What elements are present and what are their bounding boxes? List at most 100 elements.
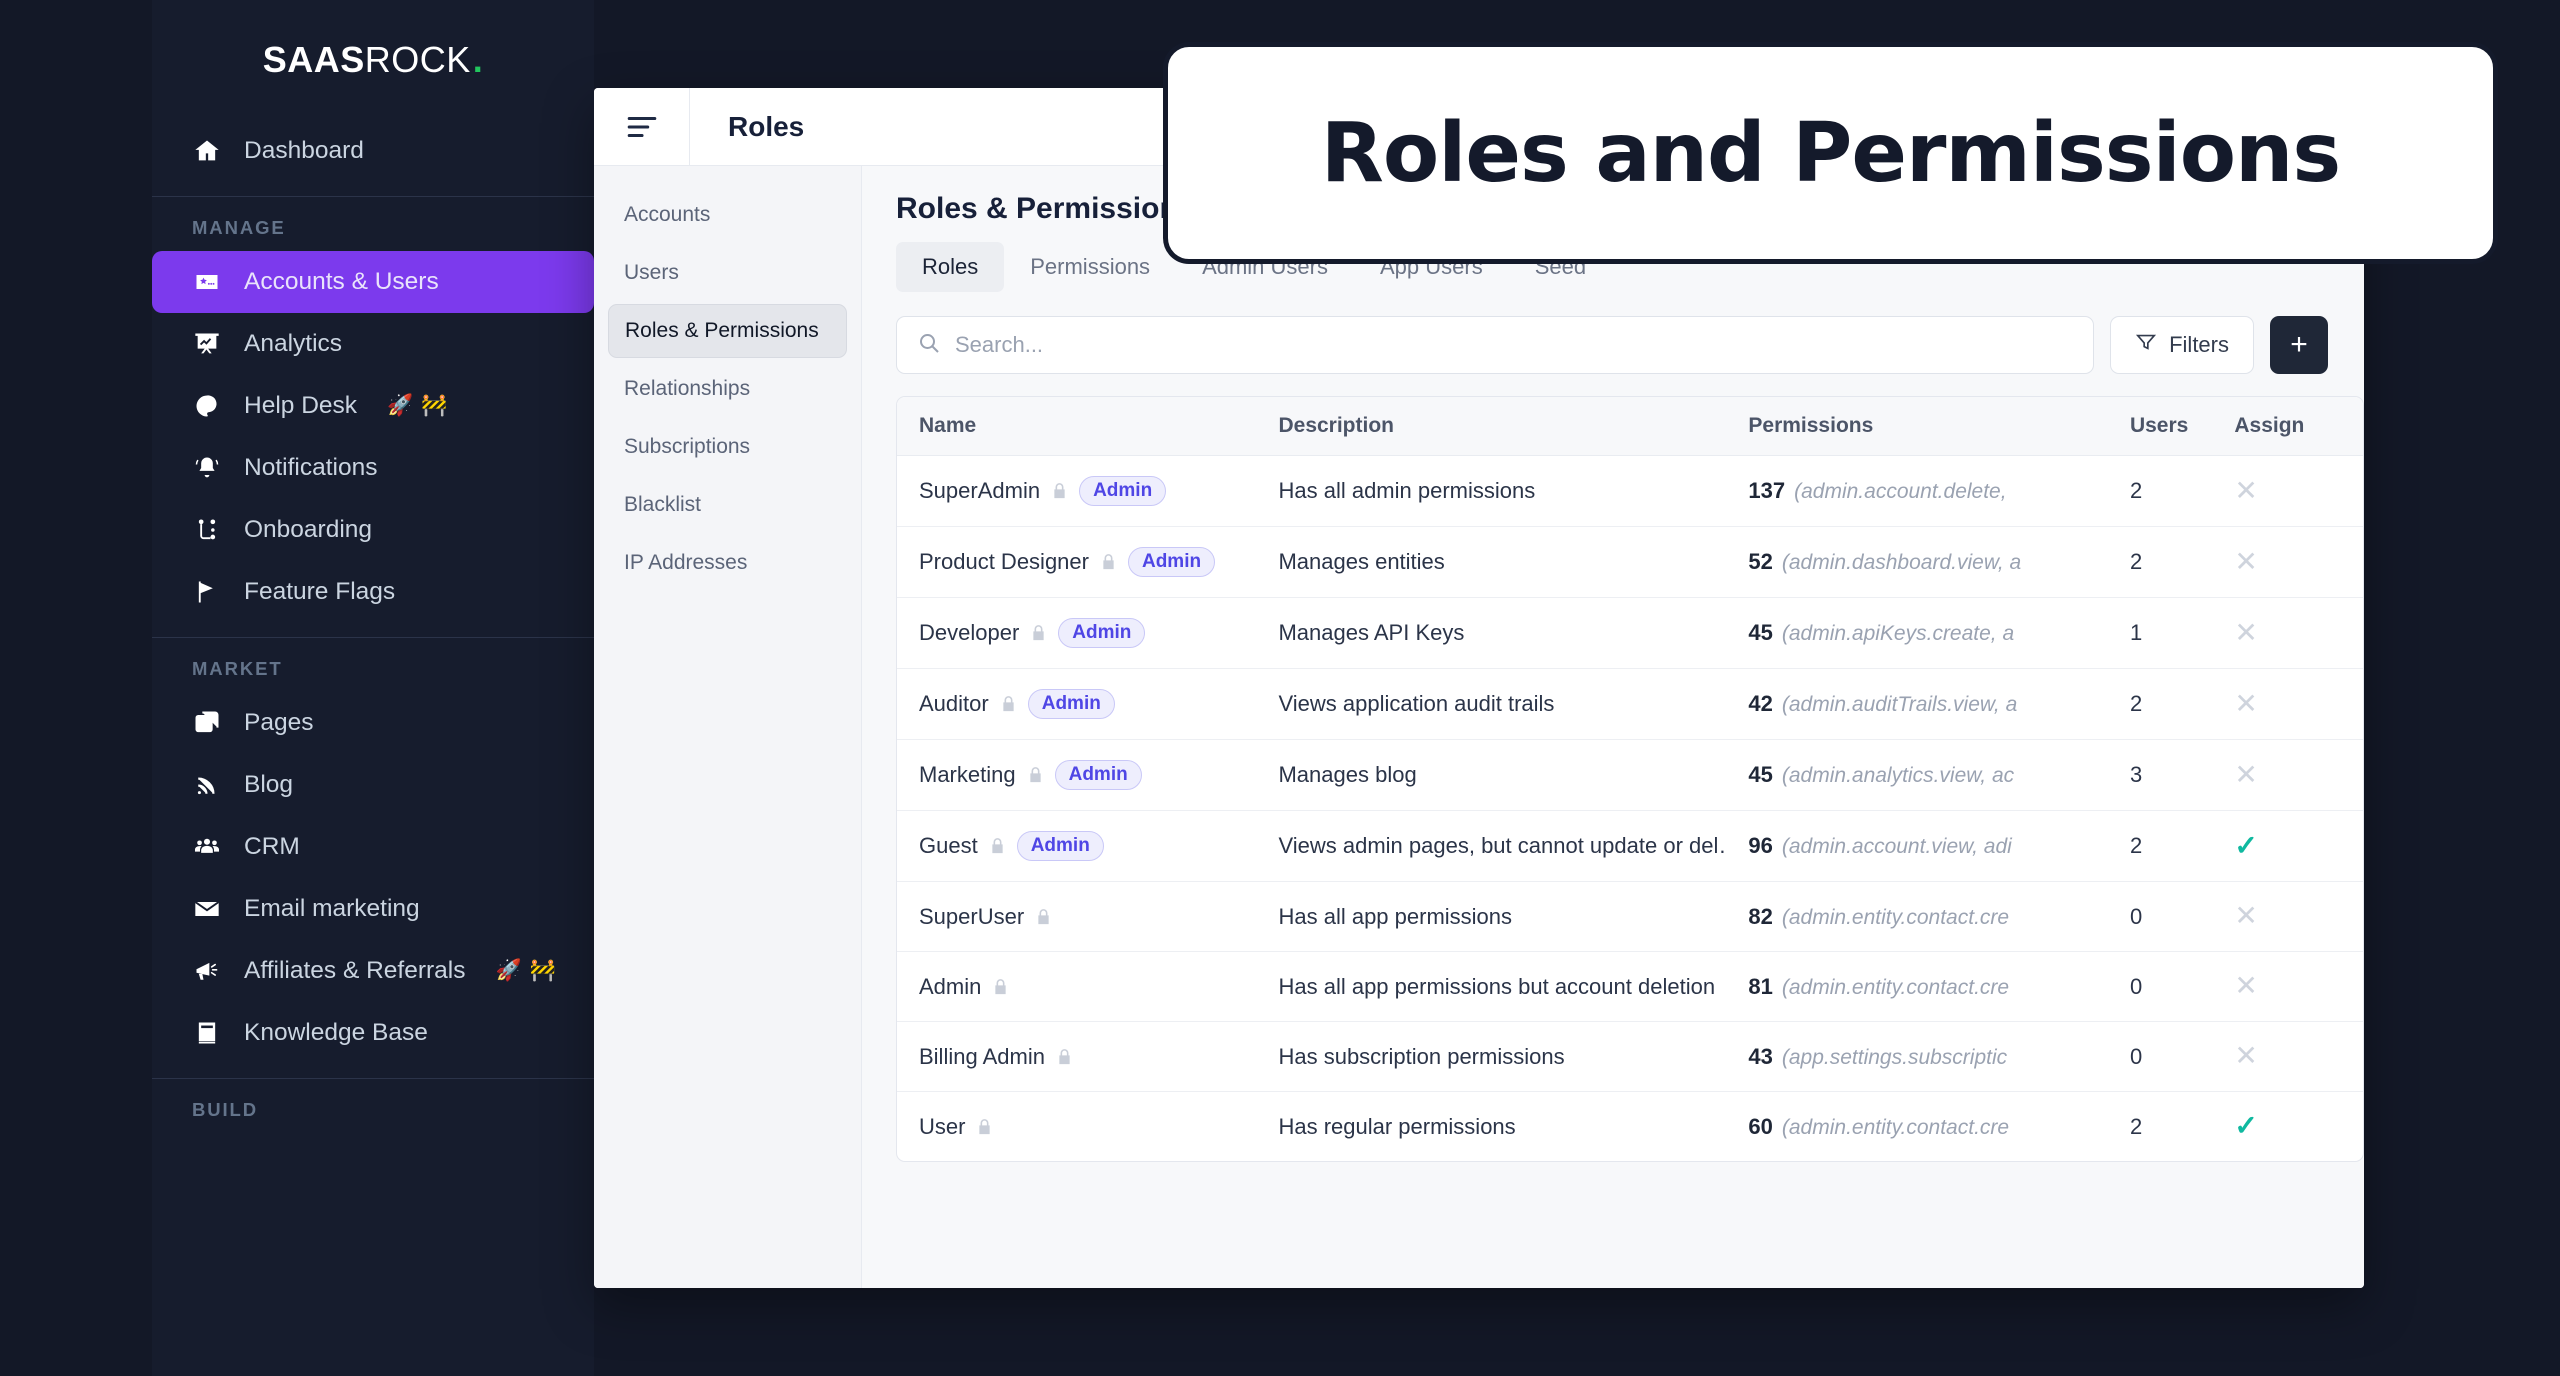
cell-permissions: 52(admin.dashboard.view, a xyxy=(1726,527,2108,598)
sidebar-item-crm[interactable]: CRM xyxy=(152,816,594,878)
sidebar-item-onboarding[interactable]: Onboarding xyxy=(152,499,594,561)
sidebar-scroll[interactable]: SAASROCK. Dashboard MANAGE Accounts & U xyxy=(152,0,594,1376)
search-input[interactable] xyxy=(955,332,2073,358)
close-icon[interactable]: ✕ xyxy=(2234,970,2257,1001)
cell-users: 3 xyxy=(2108,740,2212,811)
permission-count: 45 xyxy=(1748,762,1772,788)
hamburger-icon[interactable] xyxy=(594,88,690,165)
subnav-item-subscriptions[interactable]: Subscriptions xyxy=(608,420,847,474)
cell-assign[interactable]: ✕ xyxy=(2212,456,2363,527)
table-row[interactable]: AuditorAdminViews application audit trai… xyxy=(897,669,2363,740)
permission-list: (admin.entity.contact.cre xyxy=(1782,976,2009,1000)
cell-name[interactable]: AuditorAdmin xyxy=(897,669,1256,740)
search-box[interactable] xyxy=(896,316,2094,374)
sidebar-item-label: Onboarding xyxy=(244,516,372,544)
cell-name[interactable]: DeveloperAdmin xyxy=(897,598,1256,669)
close-icon[interactable]: ✕ xyxy=(2234,546,2257,577)
callout-title: Roles and Permissions xyxy=(1321,106,2340,201)
sidebar-item-knowledge-base[interactable]: Knowledge Base xyxy=(152,1002,594,1064)
table-row[interactable]: DeveloperAdminManages API Keys45(admin.a… xyxy=(897,598,2363,669)
sidebar-item-label: Dashboard xyxy=(244,137,364,165)
cell-assign[interactable]: ✕ xyxy=(2212,740,2363,811)
subnav-item-blacklist[interactable]: Blacklist xyxy=(608,478,847,532)
col-header-users[interactable]: Users xyxy=(2108,397,2212,456)
cell-permissions: 137(admin.account.delete, xyxy=(1726,456,2108,527)
table-row[interactable]: SuperAdminAdminHas all admin permissions… xyxy=(897,456,2363,527)
table-row[interactable]: UserHas regular permissions60(admin.enti… xyxy=(897,1092,2363,1162)
sidebar-item-pages[interactable]: Pages xyxy=(152,692,594,754)
lock-icon xyxy=(1029,622,1048,644)
cell-description: Views admin pages, but cannot update or … xyxy=(1256,811,1726,882)
sidebar-item-email-marketing[interactable]: Email marketing xyxy=(152,878,594,940)
sidebar-item-notifications[interactable]: Notifications xyxy=(152,437,594,499)
cell-assign[interactable]: ✕ xyxy=(2212,952,2363,1022)
cell-assign[interactable]: ✓ xyxy=(2212,811,2363,882)
flow-nodes-icon xyxy=(192,515,222,545)
close-icon[interactable]: ✕ xyxy=(2234,759,2257,790)
table-row[interactable]: GuestAdminViews admin pages, but cannot … xyxy=(897,811,2363,882)
add-role-button[interactable]: + xyxy=(2270,316,2328,374)
cell-name[interactable]: User xyxy=(897,1092,1256,1162)
close-icon[interactable]: ✕ xyxy=(2234,617,2257,648)
cell-users: 0 xyxy=(2108,952,2212,1022)
cell-assign[interactable]: ✕ xyxy=(2212,527,2363,598)
sidebar-item-label: Accounts & Users xyxy=(244,268,439,296)
cell-assign[interactable]: ✕ xyxy=(2212,669,2363,740)
cell-assign[interactable]: ✕ xyxy=(2212,598,2363,669)
app-logo[interactable]: SAASROCK. xyxy=(152,0,594,120)
cell-users: 2 xyxy=(2108,1092,2212,1162)
close-icon[interactable]: ✕ xyxy=(2234,900,2257,931)
cell-name[interactable]: SuperUser xyxy=(897,882,1256,952)
sidebar-item-analytics[interactable]: Analytics xyxy=(152,313,594,375)
col-header-assign[interactable]: Assign xyxy=(2212,397,2363,456)
permission-list: (admin.analytics.view, ac xyxy=(1782,764,2014,788)
presentation-chart-icon xyxy=(192,329,222,359)
subnav-item-roles-permissions[interactable]: Roles & Permissions xyxy=(608,304,847,358)
sidebar-item-blog[interactable]: Blog xyxy=(152,754,594,816)
table-row[interactable]: Billing AdminHas subscription permission… xyxy=(897,1022,2363,1092)
role-name: Auditor xyxy=(919,691,989,717)
table-row[interactable]: SuperUserHas all app permissions82(admin… xyxy=(897,882,2363,952)
subnav-item-label: Relationships xyxy=(624,377,750,401)
sidebar-item-affiliates-referrals[interactable]: Affiliates & Referrals 🚀 🚧 xyxy=(152,940,594,1002)
cell-name[interactable]: Admin xyxy=(897,952,1256,1022)
role-name: SuperAdmin xyxy=(919,478,1040,504)
check-icon[interactable]: ✓ xyxy=(2234,830,2257,861)
tab-roles[interactable]: Roles xyxy=(896,242,1004,292)
sidebar-item-feature-flags[interactable]: Feature Flags xyxy=(152,561,594,623)
cell-name[interactable]: GuestAdmin xyxy=(897,811,1256,882)
table-row[interactable]: AdminHas all app permissions but account… xyxy=(897,952,2363,1022)
close-icon[interactable]: ✕ xyxy=(2234,475,2257,506)
sidebar-item-dashboard[interactable]: Dashboard xyxy=(152,120,594,182)
table-row[interactable]: MarketingAdminManages blog45(admin.analy… xyxy=(897,740,2363,811)
cell-description: Has all app permissions but account dele… xyxy=(1256,952,1726,1022)
cell-permissions: 45 (admin.analytics.view, ac xyxy=(1726,740,2108,811)
sidebar-item-help-desk[interactable]: Help Desk 🚀 🚧 xyxy=(152,375,594,437)
close-icon[interactable]: ✕ xyxy=(2234,1040,2257,1071)
sidebar-item-accounts-users[interactable]: Accounts & Users xyxy=(152,251,594,313)
subnav-item-users[interactable]: Users xyxy=(608,246,847,300)
subnav-item-accounts[interactable]: Accounts xyxy=(608,188,847,242)
check-icon[interactable]: ✓ xyxy=(2234,1110,2257,1141)
cell-users: 2 xyxy=(2108,527,2212,598)
cell-name[interactable]: Product DesignerAdmin xyxy=(897,527,1256,598)
permission-list: (admin.apiKeys.create, a xyxy=(1782,622,2014,646)
col-header-description[interactable]: Description xyxy=(1256,397,1726,456)
close-icon[interactable]: ✕ xyxy=(2234,688,2257,719)
filters-button[interactable]: Filters xyxy=(2110,316,2254,374)
table-row[interactable]: Product DesignerAdminManages entities52(… xyxy=(897,527,2363,598)
tab-permissions[interactable]: Permissions xyxy=(1004,242,1176,292)
callout-card: Roles and Permissions xyxy=(1163,42,2498,264)
cell-assign[interactable]: ✕ xyxy=(2212,1022,2363,1092)
cell-assign[interactable]: ✓ xyxy=(2212,1092,2363,1162)
subnav-item-relationships[interactable]: Relationships xyxy=(608,362,847,416)
app-window: Roles Accounts Users Roles & Permissions… xyxy=(594,88,2364,1288)
col-header-name[interactable]: Name xyxy=(897,397,1256,456)
cell-name[interactable]: MarketingAdmin xyxy=(897,740,1256,811)
cell-name[interactable]: Billing Admin xyxy=(897,1022,1256,1092)
windows-icon xyxy=(192,708,222,738)
col-header-permissions[interactable]: Permissions xyxy=(1726,397,2108,456)
subnav-item-ip-addresses[interactable]: IP Addresses xyxy=(608,536,847,590)
cell-name[interactable]: SuperAdminAdmin xyxy=(897,456,1256,527)
cell-assign[interactable]: ✕ xyxy=(2212,882,2363,952)
